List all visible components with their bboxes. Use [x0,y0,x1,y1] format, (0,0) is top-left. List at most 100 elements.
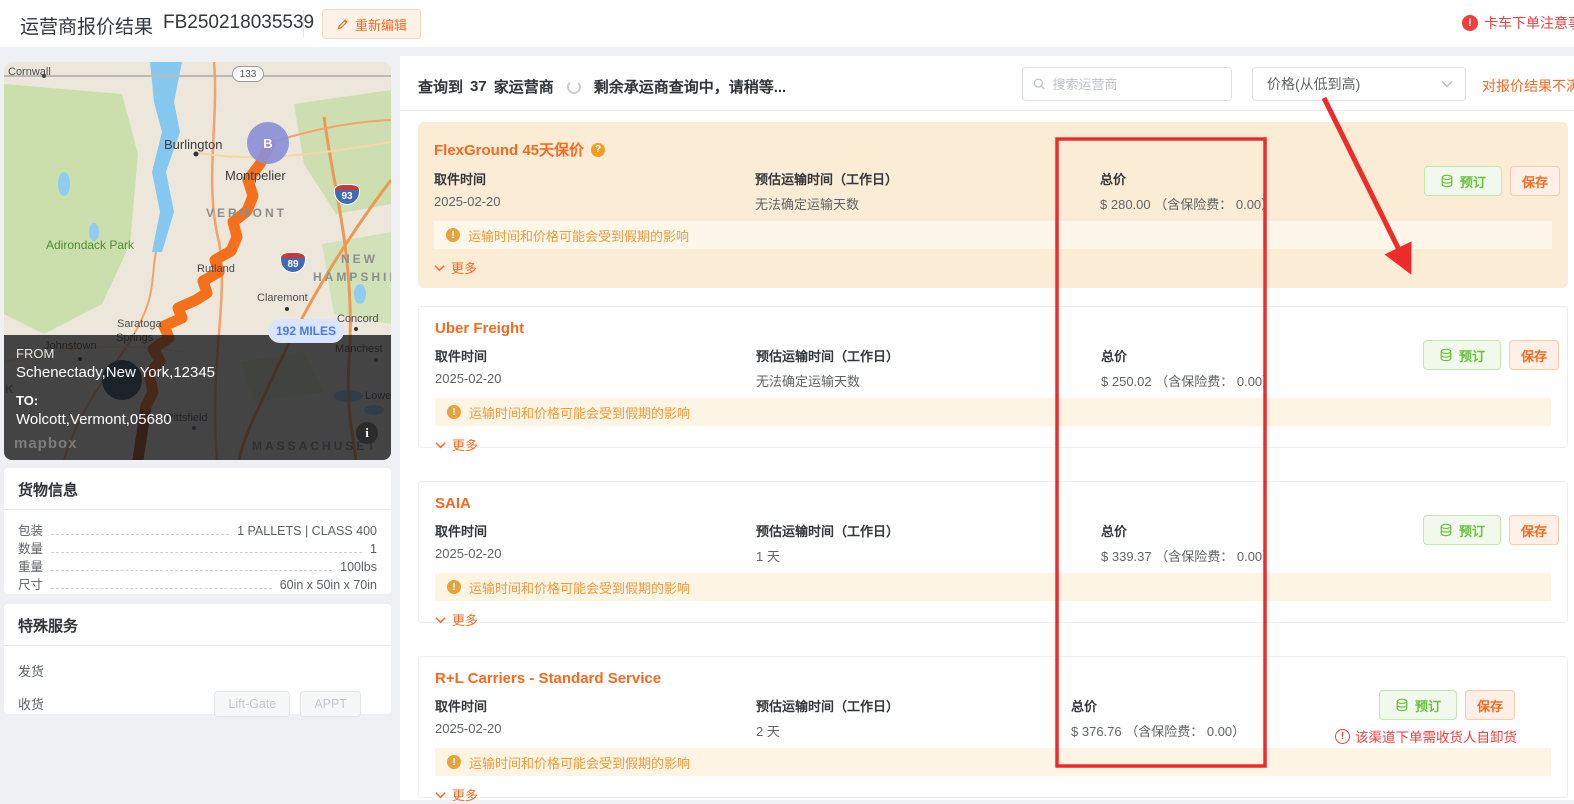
chevron-down-icon [435,441,446,449]
note-text: 该渠道下单需收货人自卸货 [1355,726,1517,746]
quote-card-flexground: FlexGround 45天保价 ? 取件时间 2025-02-20 预估运输时… [418,122,1568,288]
carrier-count: 37 [470,78,487,95]
carrier-name: SAIA [435,495,471,512]
sort-select[interactable]: 价格(从低到高) [1252,67,1466,101]
search-input[interactable] [1053,77,1221,92]
more-toggle[interactable]: 更多 [435,610,505,629]
quote-feedback-link[interactable]: 对报价结果不满意 [1482,76,1574,96]
page-title-text: 运营商报价结果 [20,12,153,39]
cargo-value: 1 PALLETS | CLASS 400 [237,524,377,538]
coins-icon [1440,174,1454,188]
transit-value: 无法确定运输天数 [756,371,899,390]
amount: 250.02 [1112,374,1152,389]
holiday-warning: ! 运输时间和价格可能会受到假期的影响 [435,398,1551,426]
save-button[interactable]: 保存 [1509,340,1559,370]
book-label: 预订 [1460,172,1486,191]
transit-value: 2 天 [756,721,899,740]
cargo-row-packaging: 包装 1 PALLETS | CLASS 400 [18,520,377,538]
price-value: $ 376.76 （含保险费： 0.00） [1071,721,1245,740]
notice-label: 卡车下单注意事项 [1484,13,1574,33]
more-toggle[interactable]: 更多 [435,435,505,454]
results-summary: 查询到 37 家运营商 剩余承运商查询中，请稍等... [418,76,786,97]
truck-order-notice-link[interactable]: ! 卡车下单注意事项 [1462,13,1574,33]
self-unload-note: ! 该渠道下单需收货人自卸货 [1335,726,1517,746]
currency: $ [1100,197,1107,212]
cargo-value: 1 [370,542,377,556]
from-value: Schenectady,New York,12345 [16,364,379,381]
chevron-down-icon [435,616,446,624]
loading-spinner-icon [567,80,581,94]
reedit-button[interactable]: 重新编辑 [322,9,421,39]
to-value: Wolcott,Vermont,05680 [16,411,379,428]
price-label: 总价 [1071,696,1245,715]
pickup-label: 取件时间 [435,346,502,365]
insurance-note: （含保险费： 0.00） [1155,549,1275,564]
book-label: 预订 [1459,521,1485,540]
cargo-row-weight: 重量 100lbs [18,556,377,574]
price-label: 总价 [1100,169,1274,188]
map-info-icon[interactable]: i [356,422,378,444]
currency: $ [1071,724,1078,739]
special-services-title: 特殊服务 [4,604,391,646]
sort-value: 价格(从低到高) [1267,74,1360,94]
save-button[interactable]: 保存 [1465,690,1515,720]
insurance-note: （含保险费： 0.00） [1155,374,1275,389]
cargo-label: 重量 [18,556,43,575]
warning-icon: ! [446,228,460,242]
route-map[interactable]: B CornwallBurlingtonMontpelierVERMONTAdi… [4,62,391,460]
route-shield-133: 133 [232,66,264,82]
coins-icon [1439,348,1453,362]
carrier-name: Uber Freight [435,320,524,337]
from-label: FROM [16,346,379,361]
price-label: 总价 [1101,346,1275,365]
route-summary-overlay: FROM Schenectady,New York,12345 TO: Wolc… [4,335,391,460]
more-label: 更多 [452,785,478,804]
book-button[interactable]: 预订 [1423,515,1501,545]
more-toggle[interactable]: 更多 [435,785,505,804]
page-title: 运营商报价结果 FB250218035539 [20,12,314,39]
cargo-value: 60in x 50in x 70in [280,578,377,592]
svg-text:B: B [263,136,272,151]
quote-card-rl-carriers: R+L Carriers - Standard Service 取件时间 202… [418,656,1568,798]
warning-text: 运输时间和价格可能会受到假期的影响 [469,753,690,772]
book-button[interactable]: 预订 [1424,166,1502,196]
quote-card-saia: SAIA 取件时间 2025-02-20 预估运输时间（工作日） 1 天 总价 … [418,481,1568,623]
cargo-label: 数量 [18,538,43,557]
holiday-warning: ! 运输时间和价格可能会受到假期的影响 [435,573,1551,601]
mapbox-logo: mapbox [14,435,78,452]
quotes-panel: 查询到 37 家运营商 剩余承运商查询中，请稍等... 价格(从低到高) 对报价… [400,56,1574,800]
service-row-receiving: 收货 Lift-Gate APPT [18,687,377,720]
reedit-label: 重新编辑 [355,15,407,34]
dashed-leader [51,588,272,589]
tag-lift-gate: Lift-Gate [214,691,290,717]
cargo-value: 100lbs [340,560,377,574]
amount: 376.76 [1082,724,1122,739]
cargo-info-card: 货物信息 包装 1 PALLETS | CLASS 400 数量 1 重量 10… [4,468,391,594]
more-toggle[interactable]: 更多 [434,258,504,277]
insurance-note: （含保险费： 0.00） [1125,724,1245,739]
pickup-value: 2025-02-20 [435,721,502,736]
toolbar-divider [400,110,1574,111]
cargo-label: 包装 [18,520,43,539]
cargo-label: 尺寸 [18,574,43,593]
loading-text: 剩余承运商查询中，请稍等... [594,76,787,97]
header-divider [303,10,304,37]
currency: $ [1101,549,1108,564]
save-button[interactable]: 保存 [1509,515,1559,545]
more-label: 更多 [452,435,478,454]
cargo-row-quantity: 数量 1 [18,538,377,556]
coins-icon [1395,698,1409,712]
book-button[interactable]: 预订 [1379,690,1457,720]
chevron-down-icon [1441,80,1453,88]
pickup-label: 取件时间 [435,521,502,540]
book-button[interactable]: 预订 [1423,340,1501,370]
carrier-name: R+L Carriers - Standard Service [435,670,661,687]
price-value: $ 250.02 （含保险费： 0.00） [1101,371,1275,390]
carrier-name: FlexGround 45天保价 [434,139,584,160]
carrier-search-input[interactable] [1022,67,1232,101]
save-button[interactable]: 保存 [1510,166,1560,196]
question-icon[interactable]: ? [591,143,605,157]
transit-label: 预估运输时间（工作日） [756,521,899,540]
transit-label: 预估运输时间（工作日） [756,696,899,715]
transit-value: 无法确定运输天数 [755,194,898,213]
